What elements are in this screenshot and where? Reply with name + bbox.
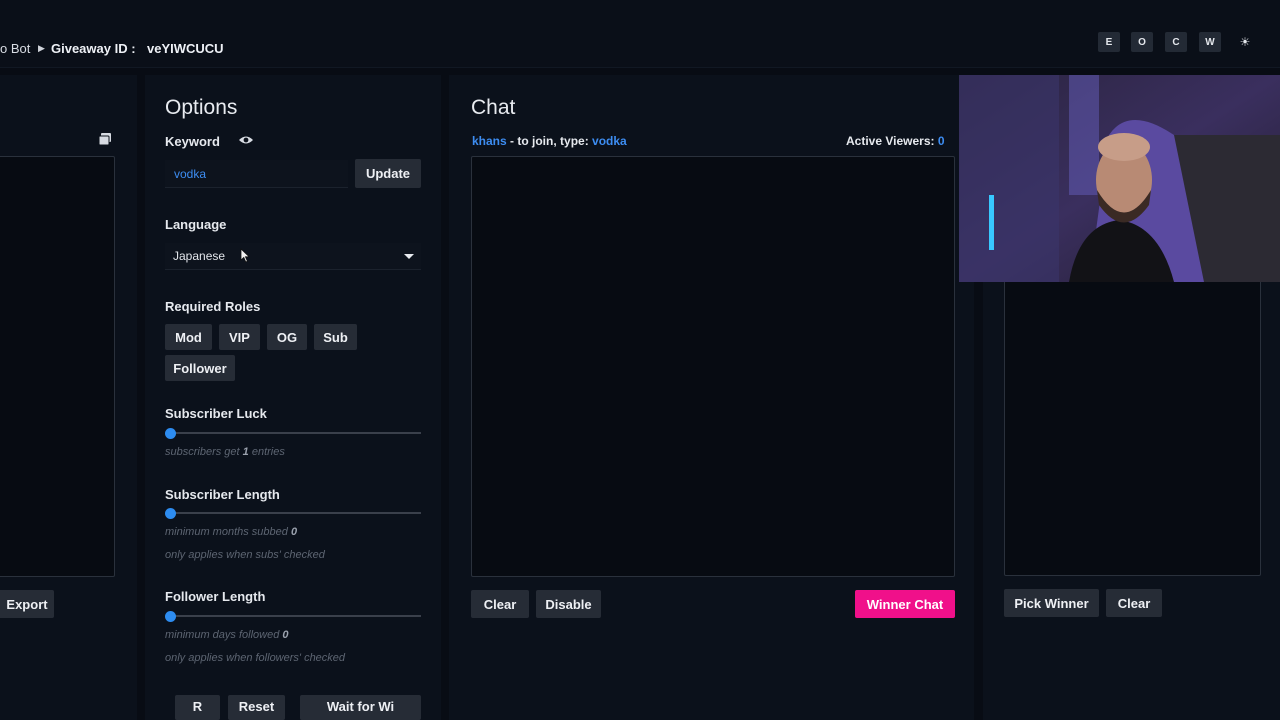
top-bar [0, 0, 1280, 68]
winner-list[interactable] [1004, 270, 1261, 576]
follower-length-track[interactable] [170, 615, 421, 617]
language-select[interactable]: Japanese [165, 243, 421, 270]
role-vip-button[interactable]: VIP [219, 324, 260, 350]
webcam-feed-image [959, 75, 1280, 282]
active-viewers-count: 0 [937, 134, 945, 148]
chat-disable-button[interactable]: Disable [536, 590, 601, 618]
mouse-cursor-icon [240, 248, 250, 263]
subscriber-length-knob[interactable] [165, 508, 176, 519]
copy-icon[interactable] [98, 132, 112, 146]
pick-winner-button[interactable]: Pick Winner [1004, 589, 1099, 617]
subscriber-luck-track[interactable] [170, 432, 421, 434]
role-og-button[interactable]: OG [267, 324, 307, 350]
follower-length-label: Follower Length [165, 589, 266, 604]
breadcrumb-app[interactable]: o Bot [0, 41, 30, 56]
run-button[interactable]: R [175, 695, 220, 720]
o-button[interactable]: O [1131, 32, 1153, 52]
subscriber-length-label: Subscriber Length [165, 487, 280, 502]
role-mod-button[interactable]: Mod [165, 324, 212, 350]
streamer-name[interactable]: khans [472, 134, 507, 148]
chat-clear-button[interactable]: Clear [471, 590, 529, 618]
subscriber-length-note: only applies when subs' checked [165, 549, 325, 561]
webcam-overlay [959, 75, 1280, 282]
role-sub-button[interactable]: Sub [314, 324, 357, 350]
chat-title: Chat [471, 96, 516, 119]
follower-length-hint: minimum days followed 0 [165, 629, 289, 641]
w-button[interactable]: W [1199, 32, 1221, 52]
subscriber-luck-hint: subscribers get 1 entries [165, 446, 285, 458]
e-button[interactable]: E [1098, 32, 1120, 52]
chevron-down-icon [404, 254, 414, 259]
subscriber-luck-knob[interactable] [165, 428, 176, 439]
theme-toggle-icon[interactable]: ☀ [1234, 32, 1256, 52]
follower-length-note: only applies when followers' checked [165, 652, 346, 664]
eye-icon[interactable] [238, 133, 254, 145]
join-keyword: vodka [592, 134, 627, 148]
options-title: Options [165, 96, 238, 119]
language-value: Japanese [173, 249, 226, 263]
subscriber-luck-label: Subscriber Luck [165, 406, 267, 421]
reset-button[interactable]: Reset [228, 695, 285, 720]
breadcrumb-giveaway-label: Giveaway ID : [51, 41, 136, 56]
language-label: Language [165, 217, 227, 232]
winner-chat-button[interactable]: Winner Chat [855, 590, 955, 618]
chevron-right-icon: ▶ [38, 43, 45, 53]
required-roles-label: Required Roles [165, 299, 261, 314]
subscriber-length-track[interactable] [170, 512, 421, 514]
follower-length-knob[interactable] [165, 611, 176, 622]
wait-for-winner-button[interactable]: Wait for Wi [300, 695, 421, 720]
chat-log[interactable] [471, 156, 955, 577]
winner-clear-button[interactable]: Clear [1106, 589, 1162, 617]
active-viewers: Active Viewers: 0 [846, 134, 945, 148]
keyword-label: Keyword [165, 134, 220, 149]
export-button[interactable]: Export [0, 590, 54, 618]
update-button[interactable]: Update [355, 159, 421, 188]
c-button[interactable]: C [1165, 32, 1187, 52]
giveaway-id: veYIWCUCU [147, 41, 224, 56]
join-instructions: khans - to join, type: vodka [472, 134, 627, 148]
subscriber-length-hint: minimum months subbed 0 [165, 526, 298, 538]
role-follower-button[interactable]: Follower [165, 355, 235, 381]
keyword-input[interactable]: vodka [165, 160, 348, 188]
entries-list[interactable] [0, 156, 115, 577]
